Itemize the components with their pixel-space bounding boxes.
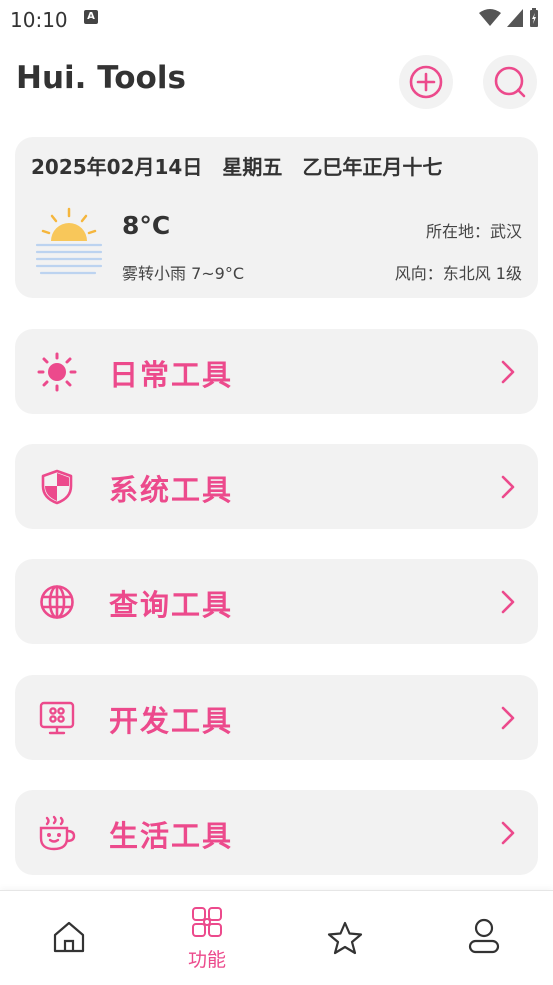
chevron-right-icon	[501, 821, 515, 845]
status-bar: 10:10 A	[0, 0, 553, 38]
globe-icon	[37, 582, 77, 622]
date-line: 2025年02月14日 星期五 乙巳年正月十七	[31, 155, 443, 179]
plus-circle-icon	[409, 65, 443, 99]
search-button[interactable]	[483, 55, 537, 109]
nav-label: 功能	[187, 949, 226, 971]
nav-profile[interactable]	[424, 891, 544, 985]
user-icon	[468, 918, 500, 954]
a-icon: A	[84, 10, 98, 24]
wifi-icon	[479, 9, 501, 26]
signal-icon	[507, 9, 523, 27]
status-time: 10:10	[10, 8, 68, 32]
tool-card-query[interactable]: 查询工具	[15, 559, 538, 644]
location: 所在地：武汉	[425, 222, 522, 241]
wind: 风向：东北风 1级	[394, 264, 522, 283]
grid-icon	[192, 907, 222, 937]
add-button[interactable]	[399, 55, 453, 109]
sun-haze-icon	[35, 207, 103, 275]
tool-card-system[interactable]: 系统工具	[15, 444, 538, 529]
tool-card-life[interactable]: 生活工具	[15, 790, 538, 875]
weather-card[interactable]: 2025年02月14日 星期五 乙巳年正月十七 8°C 雾转小雨 7~9°C 所…	[15, 137, 538, 298]
tool-card-dev[interactable]: 开发工具	[15, 675, 538, 760]
tool-label: 生活工具	[109, 819, 234, 853]
chevron-right-icon	[501, 360, 515, 384]
app-title: Hui. Tools	[16, 60, 186, 96]
chevron-right-icon	[501, 706, 515, 730]
nav-functions[interactable]: 功能	[147, 891, 267, 985]
home-icon	[53, 921, 85, 953]
chevron-right-icon	[501, 475, 515, 499]
tool-label: 系统工具	[109, 473, 234, 507]
shield-icon	[37, 467, 77, 507]
battery-icon	[530, 8, 538, 27]
chevron-right-icon	[501, 590, 515, 614]
bottom-nav: 功能	[0, 890, 553, 985]
sun-icon	[37, 352, 77, 392]
weather-description: 雾转小雨 7~9°C	[122, 264, 245, 283]
nav-home[interactable]	[9, 891, 129, 985]
tool-card-daily[interactable]: 日常工具	[15, 329, 538, 414]
cup-icon	[37, 813, 77, 853]
tool-label: 开发工具	[109, 704, 234, 738]
tool-label: 查询工具	[109, 588, 234, 622]
monitor-icon	[37, 698, 77, 738]
star-icon	[327, 921, 363, 955]
search-icon	[494, 66, 526, 98]
nav-favorites[interactable]	[285, 891, 405, 985]
tool-label: 日常工具	[109, 358, 234, 392]
status-icons	[479, 8, 539, 28]
temperature: 8°C	[122, 211, 171, 240]
